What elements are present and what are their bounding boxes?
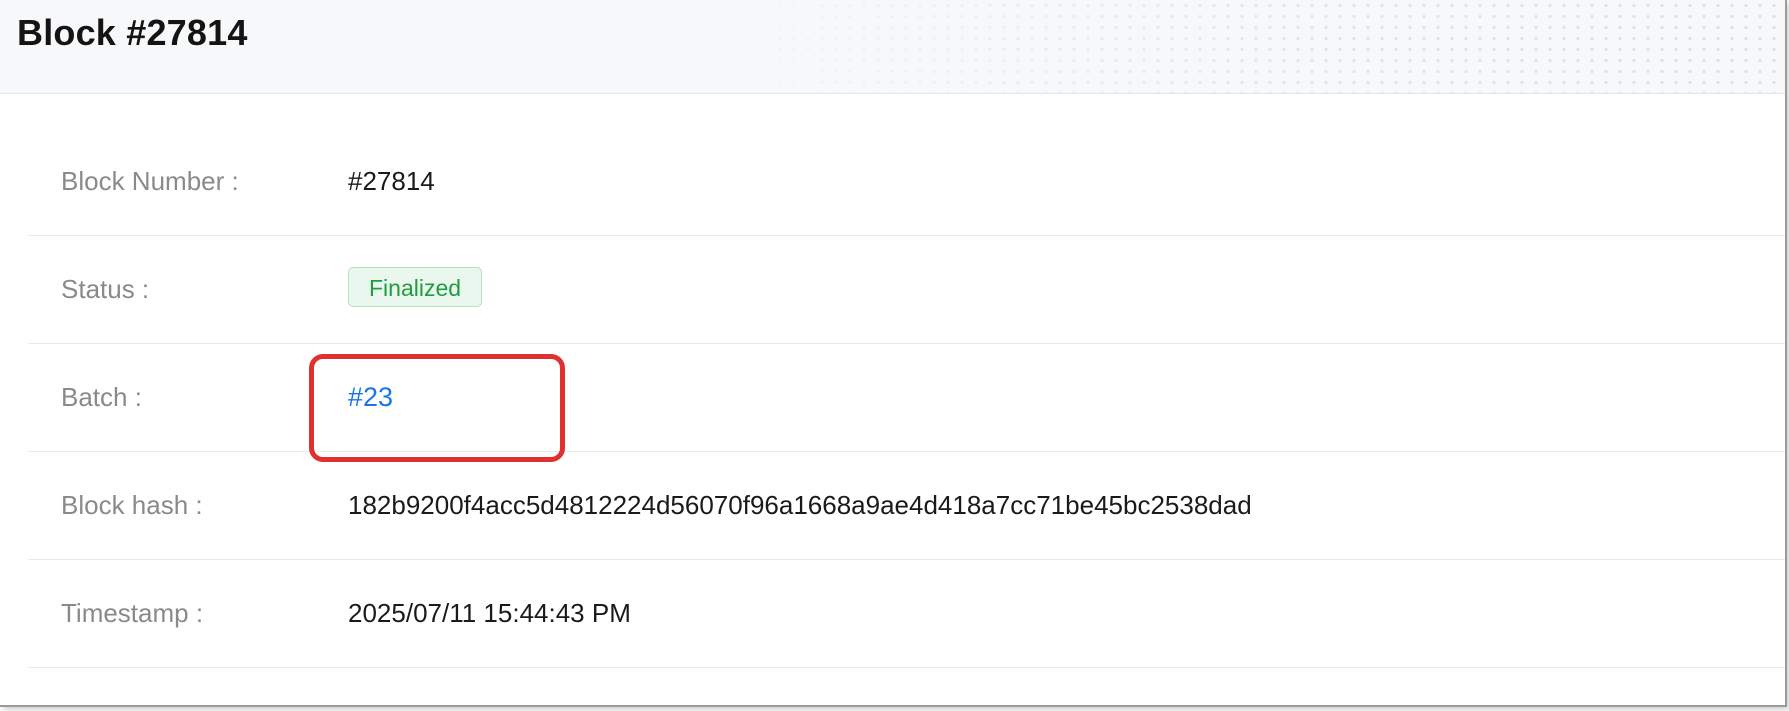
block-number-value: #27814: [348, 166, 435, 196]
detail-row-timestamp: Timestamp : 2025/07/11 15:44:43 PM: [28, 560, 1785, 668]
detail-row-block-hash: Block hash : 182b9200f4acc5d4812224d5607…: [28, 452, 1785, 560]
timestamp-label: Timestamp :: [61, 598, 204, 628]
detail-row-batch: Batch : #23: [28, 344, 1785, 452]
detail-row-block-number: Block Number : #27814: [28, 128, 1785, 236]
batch-link[interactable]: #23: [348, 380, 393, 414]
details-list: Block Number : #27814 Status : Finalized…: [28, 128, 1785, 668]
block-hash-value: 182b9200f4acc5d4812224d56070f96a1668a9ae…: [348, 490, 1252, 520]
status-label: Status :: [61, 274, 150, 304]
block-hash-label: Block hash :: [61, 490, 203, 520]
block-detail-card: Block #27814 Block Number : #27814 Statu…: [0, 0, 1787, 707]
page-header: Block #27814: [0, 0, 1785, 94]
timestamp-value: 2025/07/11 15:44:43 PM: [348, 598, 631, 628]
header-dot-pattern: [675, 0, 1785, 93]
page-title: Block #27814: [17, 12, 248, 53]
block-number-label: Block Number :: [61, 166, 239, 196]
batch-label: Batch :: [61, 382, 142, 412]
detail-row-status: Status : Finalized: [28, 236, 1785, 344]
status-badge: Finalized: [348, 267, 483, 307]
